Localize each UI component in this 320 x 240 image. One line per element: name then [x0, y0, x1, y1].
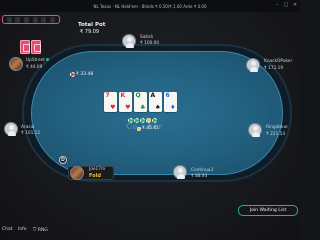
info-tab[interactable]: Info	[18, 227, 27, 232]
widget-slot: •	[41, 16, 47, 23]
chip-icon	[146, 118, 151, 123]
chip-icon	[134, 118, 139, 123]
player-name: Satish	[140, 35, 154, 40]
player-stack: ₹ 221.54	[266, 132, 286, 137]
center-pot: ₹ 45.61	[137, 126, 159, 131]
card-suit: ♥	[125, 103, 131, 111]
poker-table-window: NL Texas · NL Hold'em · Blinds ₹ 0.50/₹ …	[0, 0, 300, 240]
shield-icon: ⛉	[33, 228, 37, 233]
dealer-button: D	[59, 156, 67, 164]
board-card: K ♥	[119, 92, 132, 112]
chip-icon	[137, 126, 141, 131]
player-stack: ₹ 88.93	[191, 174, 208, 179]
player-hole-cards	[20, 40, 41, 54]
player-name: Ringablue	[266, 125, 288, 130]
card-back	[31, 40, 41, 54]
player-name: Joe17m	[89, 167, 106, 172]
total-pot-value: ₹ 79.09	[80, 29, 100, 35]
player-name: KnackOPoker	[264, 59, 293, 64]
player-action-fold: Fold	[89, 173, 101, 179]
card-suit: ♥	[110, 103, 116, 111]
player-name: Arasia	[21, 125, 35, 130]
total-pot-label: Total Pot	[78, 22, 106, 28]
card-rank: 7	[105, 92, 110, 99]
hand-strength-widget[interactable]: • • • • • •	[2, 15, 60, 24]
chip-icon	[140, 118, 145, 123]
chip-icon	[128, 118, 133, 123]
card-suit: ♣	[140, 103, 146, 111]
card-suit: ♠	[155, 103, 161, 111]
player-stack: ₹ 172.19	[264, 66, 284, 71]
verified-icon	[45, 58, 49, 61]
player-stack: ₹ 101.12	[21, 131, 41, 136]
board-card: 7 ♥	[104, 92, 117, 112]
player-stack: ₹ 44.09	[26, 65, 43, 70]
chat-tab[interactable]: Chat	[2, 227, 13, 232]
table-felt	[31, 51, 283, 175]
avatar[interactable]	[122, 34, 136, 48]
rng-tab[interactable]: ⛉ RNG	[33, 227, 48, 233]
chip-icon	[70, 72, 75, 77]
player-bet: ₹ 33.48	[70, 72, 93, 77]
avatar[interactable]	[246, 58, 260, 72]
chip-icon	[152, 118, 157, 123]
window-title: NL Texas · NL Hold'em · Blinds ₹ 0.50/₹ …	[93, 4, 207, 9]
widget-slot: •	[50, 16, 56, 23]
avatar[interactable]	[70, 166, 84, 180]
card-rank: 6	[165, 92, 170, 99]
board-card: Q ♣	[134, 92, 147, 112]
bet-amount: ₹ 33.48	[76, 72, 94, 77]
player-name: UpStreet	[26, 58, 49, 63]
card-rank: Q	[135, 92, 141, 99]
card-rank: A	[150, 92, 156, 99]
widget-slot: •	[15, 16, 21, 23]
center-pot-amount: ₹ 45.61	[142, 126, 160, 131]
close-icon[interactable]: ✕	[292, 2, 298, 8]
rng-label: RNG	[37, 228, 48, 233]
avatar[interactable]	[173, 165, 187, 179]
join-waiting-list-button[interactable]: Join Waiting List	[238, 205, 298, 216]
minimize-icon[interactable]: –	[274, 2, 280, 8]
widget-slot: •	[6, 16, 12, 23]
window-controls: – □ ✕	[274, 2, 298, 8]
avatar[interactable]	[248, 123, 262, 137]
card-suit: ♦	[170, 103, 176, 111]
player-name: Continuu3	[191, 168, 214, 173]
pot-chip-stack	[128, 118, 157, 123]
widget-slot: •	[24, 16, 30, 23]
avatar[interactable]	[4, 122, 18, 136]
community-cards: 7 ♥ K ♥ Q ♣ A ♠ 6 ♦	[104, 92, 177, 112]
board-card: 6 ♦	[164, 92, 177, 112]
board-card: A ♠	[149, 92, 162, 112]
card-back	[20, 40, 30, 54]
avatar[interactable]	[9, 57, 23, 71]
card-rank: K	[120, 92, 126, 99]
widget-slot: •	[32, 16, 38, 23]
player-stack: ₹ 100.00	[140, 41, 160, 46]
maximize-icon[interactable]: □	[283, 2, 289, 8]
